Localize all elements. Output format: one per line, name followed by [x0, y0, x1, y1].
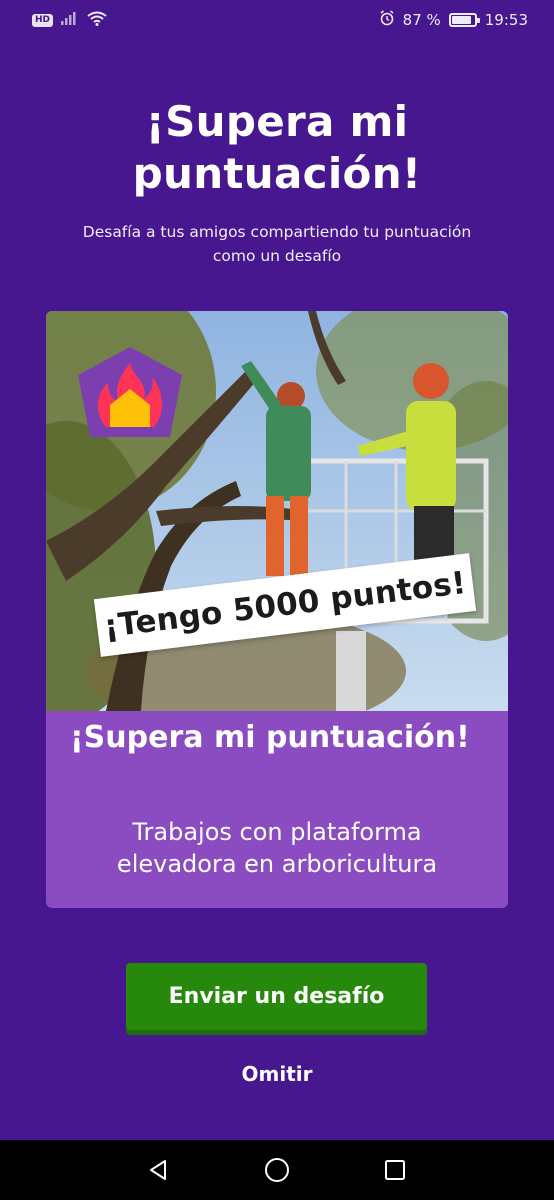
hd-badge: HD: [32, 13, 54, 27]
card-photo: ¡Tengo 5000 puntos!: [46, 311, 508, 711]
system-nav-bar: [0, 1140, 554, 1200]
recents-button[interactable]: [375, 1150, 415, 1190]
status-right: 87 % 19:53: [379, 10, 528, 30]
challenge-card: ¡Tengo 5000 puntos! ¡Supera mi puntuació…: [46, 311, 508, 908]
home-button[interactable]: [257, 1150, 297, 1190]
home-icon: [265, 1158, 289, 1182]
battery-icon: [448, 13, 480, 27]
battery-fill: [451, 16, 471, 24]
wifi-icon: [87, 11, 107, 30]
battery-percent: 87 %: [402, 11, 441, 29]
clock: 19:53: [484, 11, 528, 29]
recents-icon: [385, 1160, 405, 1180]
page-subtitle: Desafía a tus amigos compartiendo tu pun…: [82, 223, 472, 265]
status-left: HD: [32, 11, 107, 30]
send-challenge-button[interactable]: Enviar un desafío: [126, 963, 427, 1035]
skip-link[interactable]: Omitir: [0, 1062, 554, 1086]
back-button[interactable]: [139, 1150, 179, 1190]
status-bar: HD 87 % 19:53: [0, 0, 554, 40]
card-title: ¡Supera mi puntuación!: [70, 720, 470, 755]
page-title: ¡Supera mi puntuación!: [132, 97, 422, 198]
alarm-icon: [379, 10, 395, 30]
back-icon: [150, 1160, 166, 1180]
card-description: Trabajos con plataforma elevadora en arb…: [116, 818, 438, 878]
signal-icon: [61, 11, 79, 29]
flame-badge-icon: [78, 347, 182, 437]
